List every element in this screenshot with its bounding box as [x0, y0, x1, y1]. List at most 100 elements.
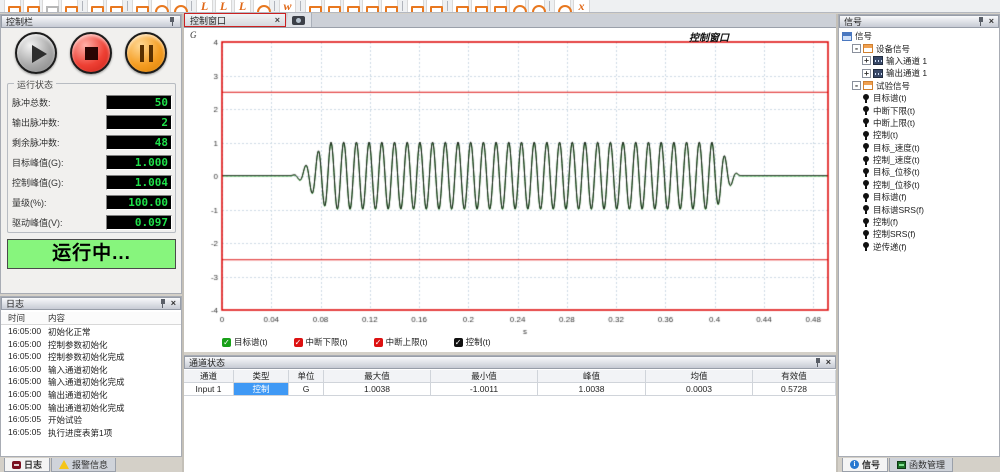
log-entry[interactable]: 16:05:00输入通道初始化完成 — [1, 376, 181, 389]
pin-icon[interactable] — [814, 358, 822, 367]
tree-item[interactable]: 控制(f) — [839, 216, 999, 228]
function-srs-icon[interactable]: L — [234, 0, 251, 13]
tree-item[interactable]: 中断上限(t) — [839, 117, 999, 129]
log-entry[interactable]: 16:05:00控制参数初始化完成 — [1, 351, 181, 364]
chart-plot-area[interactable] — [184, 28, 836, 352]
tree-item[interactable]: 目标_位移(t) — [839, 166, 999, 178]
signal-panel: 信号 × 信号-设备信号+输入通道 1+输出通道 1-试验信号目标谱(t)中断下… — [838, 14, 1000, 457]
tree-item[interactable]: -设备信号 — [839, 42, 999, 54]
legend-item[interactable]: ✓中断上限(t) — [374, 336, 428, 348]
link-icon[interactable] — [407, 0, 424, 13]
tree-item[interactable]: +输入通道 1 — [839, 55, 999, 67]
toolbar-separator — [549, 1, 550, 11]
log-entry[interactable]: 16:05:05执行进度表第1项 — [1, 427, 181, 440]
log-col-time[interactable]: 时间 — [1, 312, 43, 324]
tree-item[interactable]: +输出通道 1 — [839, 67, 999, 79]
right-tab-1[interactable]: 函数管理 — [889, 458, 953, 472]
table-header-cell[interactable]: 有效值 — [753, 370, 836, 383]
tab-control-window[interactable]: 控制窗口 × — [184, 13, 286, 27]
function-freq-icon[interactable]: L — [215, 0, 232, 13]
table-header-cell[interactable]: 最大值 — [324, 370, 431, 383]
open-file-icon[interactable] — [23, 0, 40, 13]
snapshot-button[interactable] — [286, 13, 312, 27]
link-2-icon[interactable] — [426, 0, 443, 13]
save-file-icon[interactable] — [42, 0, 59, 13]
waveform-icon[interactable]: w — [279, 0, 296, 13]
tree-item[interactable]: 控制SRS(f) — [839, 228, 999, 240]
tree-expander-icon[interactable]: + — [862, 56, 871, 65]
tree-item[interactable]: 目标谱(t) — [839, 92, 999, 104]
pie-view-icon[interactable] — [151, 0, 168, 13]
new-file-icon[interactable] — [4, 0, 21, 13]
table-header-cell[interactable]: 单位 — [289, 370, 324, 383]
tree-item[interactable]: -试验信号 — [839, 80, 999, 92]
log-entry[interactable]: 16:05:00输出通道初始化 — [1, 389, 181, 402]
pin-icon[interactable] — [168, 17, 176, 26]
tree-item[interactable]: 目标_速度(t) — [839, 142, 999, 154]
left-tab-0[interactable]: 日志 — [4, 458, 50, 472]
pause-button[interactable] — [125, 32, 167, 74]
function-global-icon[interactable] — [253, 0, 270, 13]
log-entry[interactable]: 16:05:00初始化正常 — [1, 326, 181, 339]
print-icon[interactable] — [87, 0, 104, 13]
tree-item[interactable]: 目标谱(f) — [839, 191, 999, 203]
close-icon[interactable]: × — [989, 17, 994, 26]
table-view-3-icon[interactable] — [343, 0, 360, 13]
log-entry[interactable]: 16:05:05开始试验 — [1, 414, 181, 427]
log-entry[interactable]: 16:05:00输出通道初始化完成 — [1, 402, 181, 415]
table-header-cell[interactable]: 均值 — [646, 370, 753, 383]
log-title: 日志 — [6, 297, 156, 310]
table-header-cell[interactable]: 峰值 — [538, 370, 646, 383]
tree-expander-icon[interactable]: - — [852, 44, 861, 53]
legend-checkbox[interactable]: ✓ — [294, 338, 303, 347]
left-tab-1[interactable]: 报警信息 — [51, 458, 116, 472]
close-icon[interactable]: × — [826, 358, 831, 367]
zoom-out-icon[interactable] — [528, 0, 545, 13]
chart-edit-icon[interactable] — [381, 0, 398, 13]
chart-view-icon[interactable] — [362, 0, 379, 13]
log-col-content[interactable]: 内容 — [43, 312, 181, 324]
favorite-icon[interactable] — [132, 0, 149, 13]
tree-item[interactable]: 中断下限(t) — [839, 104, 999, 116]
left-bottom-tabs: 日志报警信息 — [0, 457, 182, 472]
tab-close-icon[interactable]: × — [275, 15, 280, 25]
legend-checkbox[interactable]: ✓ — [454, 338, 463, 347]
tree-item[interactable]: 目标谱SRS(f) — [839, 203, 999, 215]
right-tab-0[interactable]: i信号 — [842, 458, 888, 472]
table-view-2-icon[interactable] — [324, 0, 341, 13]
table-header-cell[interactable]: 最小值 — [431, 370, 538, 383]
table-header-cell[interactable]: 通道 — [184, 370, 234, 383]
function-time-icon[interactable]: L — [196, 0, 213, 13]
stop-button[interactable] — [70, 32, 112, 74]
legend-checkbox[interactable]: ✓ — [222, 338, 231, 347]
legend-item[interactable]: ✓中断下限(t) — [294, 336, 348, 348]
clock-schedule-icon[interactable] — [170, 0, 187, 13]
pin-icon[interactable] — [159, 299, 167, 308]
log-entry[interactable]: 16:05:00输入通道初始化 — [1, 364, 181, 377]
legend-item[interactable]: ✓目标谱(t) — [222, 336, 268, 348]
tree-item[interactable]: 控制_速度(t) — [839, 154, 999, 166]
tree-expander-icon[interactable]: - — [852, 81, 861, 90]
alarm-icon — [59, 460, 69, 469]
table-view-icon[interactable] — [305, 0, 322, 13]
zoom-in-icon[interactable] — [509, 0, 526, 13]
tree-item[interactable]: 逆传递(f) — [839, 241, 999, 253]
layout-vertical-icon[interactable] — [471, 0, 488, 13]
legend-checkbox[interactable]: ✓ — [374, 338, 383, 347]
tree-item[interactable]: 控制(t) — [839, 129, 999, 141]
layout-horizontal-icon[interactable] — [452, 0, 469, 13]
tree-expander-icon[interactable]: + — [862, 69, 871, 78]
close-icon[interactable]: x — [573, 0, 590, 13]
legend-item[interactable]: ✓控制(t) — [454, 336, 491, 348]
layout-grid-icon[interactable] — [490, 0, 507, 13]
print-preview-icon[interactable] — [106, 0, 123, 13]
play-button[interactable] — [15, 32, 57, 74]
pin-icon[interactable] — [977, 17, 985, 26]
table-header-cell[interactable]: 类型 — [234, 370, 289, 383]
legend-label: 控制(t) — [466, 336, 491, 348]
tree-item[interactable]: 控制_位移(t) — [839, 179, 999, 191]
save-all-icon[interactable] — [61, 0, 78, 13]
close-icon[interactable]: × — [171, 299, 176, 308]
log-entry[interactable]: 16:05:00控制参数初始化 — [1, 339, 181, 352]
refresh-icon[interactable] — [554, 0, 571, 13]
